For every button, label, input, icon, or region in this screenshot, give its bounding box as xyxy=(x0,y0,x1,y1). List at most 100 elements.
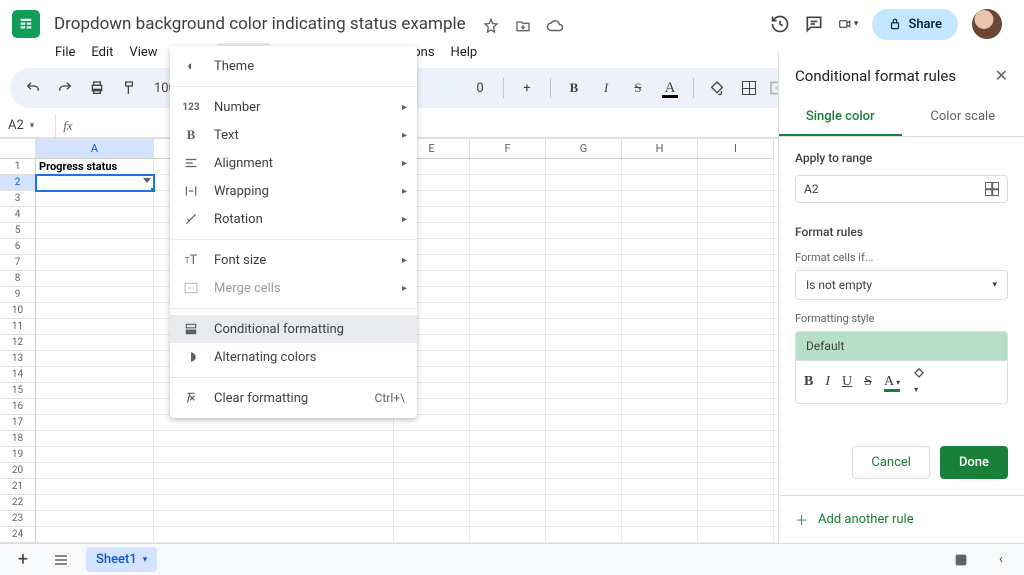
cell[interactable] xyxy=(546,415,622,431)
cell[interactable] xyxy=(622,415,698,431)
cell[interactable] xyxy=(36,207,154,223)
cell[interactable] xyxy=(470,351,546,367)
cell[interactable] xyxy=(546,255,622,271)
tab-color-scale[interactable]: Color scale xyxy=(902,99,1024,136)
menu-text[interactable]: BText▸ xyxy=(170,121,417,149)
cell[interactable] xyxy=(470,303,546,319)
cell[interactable] xyxy=(546,463,622,479)
cell[interactable] xyxy=(36,319,154,335)
print-button[interactable] xyxy=(84,75,110,101)
account-avatar[interactable] xyxy=(972,9,1002,39)
cell[interactable] xyxy=(470,495,546,511)
cell[interactable] xyxy=(36,463,154,479)
menu-rotation[interactable]: Rotation▸ xyxy=(170,205,417,233)
cell[interactable] xyxy=(470,447,546,463)
row-header-18[interactable]: 18 xyxy=(0,431,36,447)
cell[interactable] xyxy=(546,383,622,399)
cell[interactable] xyxy=(698,527,774,543)
row-header-24[interactable]: 24 xyxy=(0,527,36,543)
cell[interactable] xyxy=(622,383,698,399)
col-header-A[interactable]: A xyxy=(36,139,154,159)
close-sidebar-button[interactable]: ✕ xyxy=(995,66,1008,85)
cell[interactable] xyxy=(622,367,698,383)
style-text-color-button[interactable]: A▾ xyxy=(884,374,900,390)
cell[interactable] xyxy=(546,479,622,495)
cell[interactable] xyxy=(698,367,774,383)
cell[interactable] xyxy=(154,479,394,495)
cell[interactable] xyxy=(698,239,774,255)
cell[interactable] xyxy=(36,303,154,319)
cell[interactable] xyxy=(546,495,622,511)
cell[interactable] xyxy=(698,175,774,191)
menu-number[interactable]: 123Number▸ xyxy=(170,93,417,121)
cell[interactable] xyxy=(622,239,698,255)
cell[interactable] xyxy=(546,511,622,527)
row-header-17[interactable]: 17 xyxy=(0,415,36,431)
cell[interactable] xyxy=(470,239,546,255)
condition-select[interactable]: Is not empty ▾ xyxy=(795,270,1008,300)
text-color-button[interactable]: A xyxy=(657,75,683,101)
row-header-22[interactable]: 22 xyxy=(0,495,36,511)
decimal-increase-button[interactable]: 0 xyxy=(467,75,493,101)
cell[interactable] xyxy=(622,335,698,351)
row-header-10[interactable]: 10 xyxy=(0,303,36,319)
cell[interactable] xyxy=(36,175,154,191)
cell[interactable] xyxy=(698,415,774,431)
cell[interactable] xyxy=(546,223,622,239)
done-button[interactable]: Done xyxy=(940,446,1008,479)
style-italic-button[interactable]: I xyxy=(825,374,830,390)
cell[interactable] xyxy=(36,511,154,527)
cell[interactable] xyxy=(622,527,698,543)
col-header-H[interactable]: H xyxy=(622,139,698,159)
row-header-3[interactable]: 3 xyxy=(0,191,36,207)
cell[interactable] xyxy=(698,351,774,367)
cell[interactable] xyxy=(470,431,546,447)
cell[interactable] xyxy=(470,319,546,335)
cell[interactable] xyxy=(698,399,774,415)
style-preview[interactable]: Default xyxy=(795,331,1008,361)
row-header-5[interactable]: 5 xyxy=(0,223,36,239)
cell[interactable] xyxy=(622,351,698,367)
cell[interactable] xyxy=(546,527,622,543)
cell[interactable] xyxy=(546,271,622,287)
cell[interactable] xyxy=(154,495,394,511)
cell[interactable] xyxy=(622,287,698,303)
row-header-11[interactable]: 11 xyxy=(0,319,36,335)
row-header-14[interactable]: 14 xyxy=(0,367,36,383)
row-header-19[interactable]: 19 xyxy=(0,447,36,463)
cell[interactable] xyxy=(622,399,698,415)
cell[interactable] xyxy=(36,239,154,255)
row-header-7[interactable]: 7 xyxy=(0,255,36,271)
range-input[interactable]: A2 xyxy=(795,175,1008,203)
style-underline-button[interactable]: U xyxy=(842,374,852,390)
row-header-23[interactable]: 23 xyxy=(0,511,36,527)
cell[interactable] xyxy=(394,431,470,447)
cell[interactable] xyxy=(470,287,546,303)
cell[interactable] xyxy=(546,207,622,223)
cell[interactable] xyxy=(36,351,154,367)
menu-help[interactable]: Help xyxy=(444,43,485,62)
cell[interactable] xyxy=(470,335,546,351)
paint-format-button[interactable] xyxy=(116,75,142,101)
cell[interactable] xyxy=(546,239,622,255)
cell[interactable] xyxy=(546,367,622,383)
row-header-20[interactable]: 20 xyxy=(0,463,36,479)
cell[interactable] xyxy=(698,271,774,287)
cell[interactable]: Progress status xyxy=(36,159,154,175)
cell[interactable] xyxy=(36,383,154,399)
cell[interactable] xyxy=(394,447,470,463)
cell[interactable] xyxy=(470,479,546,495)
cell[interactable] xyxy=(394,479,470,495)
cloud-status-icon[interactable] xyxy=(545,16,565,36)
cell[interactable] xyxy=(154,447,394,463)
cell[interactable] xyxy=(36,431,154,447)
cell[interactable] xyxy=(698,383,774,399)
col-header-F[interactable]: F xyxy=(470,139,546,159)
menu-wrapping[interactable]: Wrapping▸ xyxy=(170,177,417,205)
menu-theme[interactable]: ◐Theme xyxy=(170,52,417,80)
sheet-tab[interactable]: Sheet1▾ xyxy=(86,547,157,572)
cell[interactable] xyxy=(470,175,546,191)
cell[interactable] xyxy=(36,335,154,351)
cell[interactable] xyxy=(470,255,546,271)
cell[interactable] xyxy=(470,399,546,415)
